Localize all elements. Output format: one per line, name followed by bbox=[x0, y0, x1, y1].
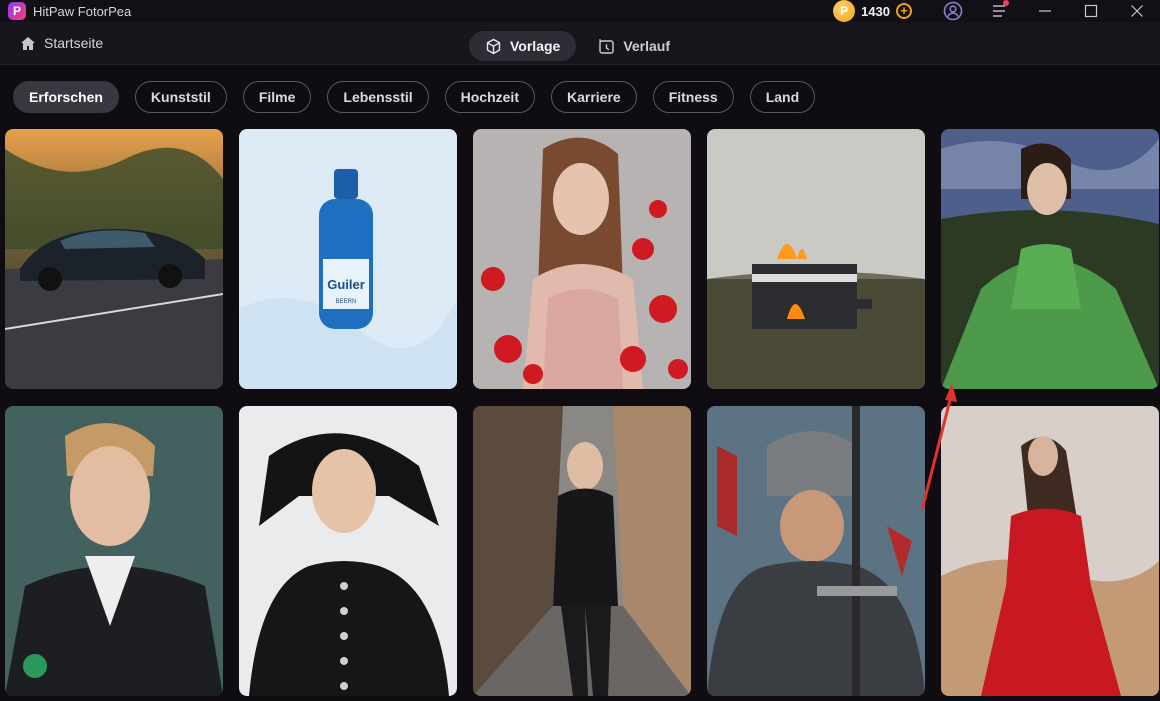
add-credits-icon[interactable]: + bbox=[896, 3, 912, 19]
template-card-armored-warrior[interactable] bbox=[707, 406, 925, 696]
woman-red-flowers-image bbox=[473, 129, 691, 389]
minimize-button[interactable] bbox=[1022, 0, 1068, 22]
nav-bar: Startseite Vorlage Verlauf bbox=[0, 22, 1160, 65]
template-card-bottle-in-snow[interactable]: Guiler BEERN bbox=[239, 129, 457, 389]
bottle-in-snow-image: Guiler BEERN bbox=[239, 129, 457, 389]
chip-hochzeit[interactable]: Hochzeit bbox=[444, 81, 535, 113]
menu-icon bbox=[993, 5, 1005, 17]
template-gallery: Guiler BEERN bbox=[5, 129, 1160, 701]
template-card-man-suit[interactable] bbox=[5, 406, 223, 696]
template-card-burning-piano[interactable] bbox=[707, 129, 925, 389]
tab-vorlage[interactable]: Vorlage bbox=[469, 31, 577, 61]
bottle-sub-text: BEERN bbox=[336, 299, 357, 305]
woman-red-desert-image bbox=[941, 406, 1159, 696]
account-button[interactable] bbox=[930, 0, 976, 22]
chip-filme[interactable]: Filme bbox=[242, 81, 312, 113]
category-chips: Erforschen Kunststil Filme Lebensstil Ho… bbox=[13, 81, 816, 113]
tab-vorlage-label: Vorlage bbox=[510, 38, 561, 54]
user-icon bbox=[943, 1, 963, 21]
woman-black-dress-image bbox=[239, 406, 457, 696]
chip-lebensstil[interactable]: Lebensstil bbox=[327, 81, 429, 113]
woman-alley-image bbox=[473, 406, 691, 696]
chip-karriere[interactable]: Karriere bbox=[550, 81, 637, 113]
chip-fitness[interactable]: Fitness bbox=[652, 81, 734, 113]
credit-count: 1430 bbox=[861, 3, 890, 19]
close-icon bbox=[1131, 5, 1143, 17]
app-title: HitPaw FotorPea bbox=[33, 3, 132, 19]
sports-car-image bbox=[5, 129, 223, 389]
template-card-woman-red-flowers[interactable] bbox=[473, 129, 691, 389]
template-card-woman-black-dress[interactable] bbox=[239, 406, 457, 696]
bottle-brand-text: Guiler bbox=[327, 277, 365, 292]
chip-erforschen[interactable]: Erforschen bbox=[13, 81, 119, 113]
man-suit-image bbox=[5, 406, 223, 696]
burning-piano-image bbox=[707, 129, 925, 389]
chip-land[interactable]: Land bbox=[749, 81, 816, 113]
woman-green-dress-image bbox=[941, 129, 1159, 389]
home-label: Startseite bbox=[44, 35, 104, 51]
template-card-woman-green-dress[interactable] bbox=[941, 129, 1159, 389]
home-icon bbox=[21, 36, 35, 50]
history-icon bbox=[599, 38, 615, 54]
maximize-button[interactable] bbox=[1068, 0, 1114, 22]
minimize-icon bbox=[1039, 10, 1051, 12]
template-card-woman-red-desert[interactable] bbox=[941, 406, 1159, 696]
app-logo-icon: P bbox=[8, 2, 26, 20]
credits-display[interactable]: P 1430 + bbox=[833, 0, 912, 22]
armored-warrior-image bbox=[707, 406, 925, 696]
cube-icon bbox=[486, 38, 501, 54]
tab-verlauf[interactable]: Verlauf bbox=[582, 31, 686, 61]
notification-dot bbox=[1003, 0, 1009, 6]
chip-kunststil[interactable]: Kunststil bbox=[134, 81, 227, 113]
close-button[interactable] bbox=[1114, 0, 1160, 22]
tab-verlauf-label: Verlauf bbox=[623, 38, 671, 54]
title-bar: P HitPaw FotorPea P 1430 + bbox=[0, 0, 1160, 22]
template-card-sports-car[interactable] bbox=[5, 129, 223, 389]
template-card-woman-alley[interactable] bbox=[473, 406, 691, 696]
coin-icon: P bbox=[833, 0, 856, 22]
maximize-icon bbox=[1084, 4, 1098, 18]
menu-button[interactable] bbox=[976, 0, 1022, 22]
home-link[interactable]: Startseite bbox=[20, 35, 103, 51]
